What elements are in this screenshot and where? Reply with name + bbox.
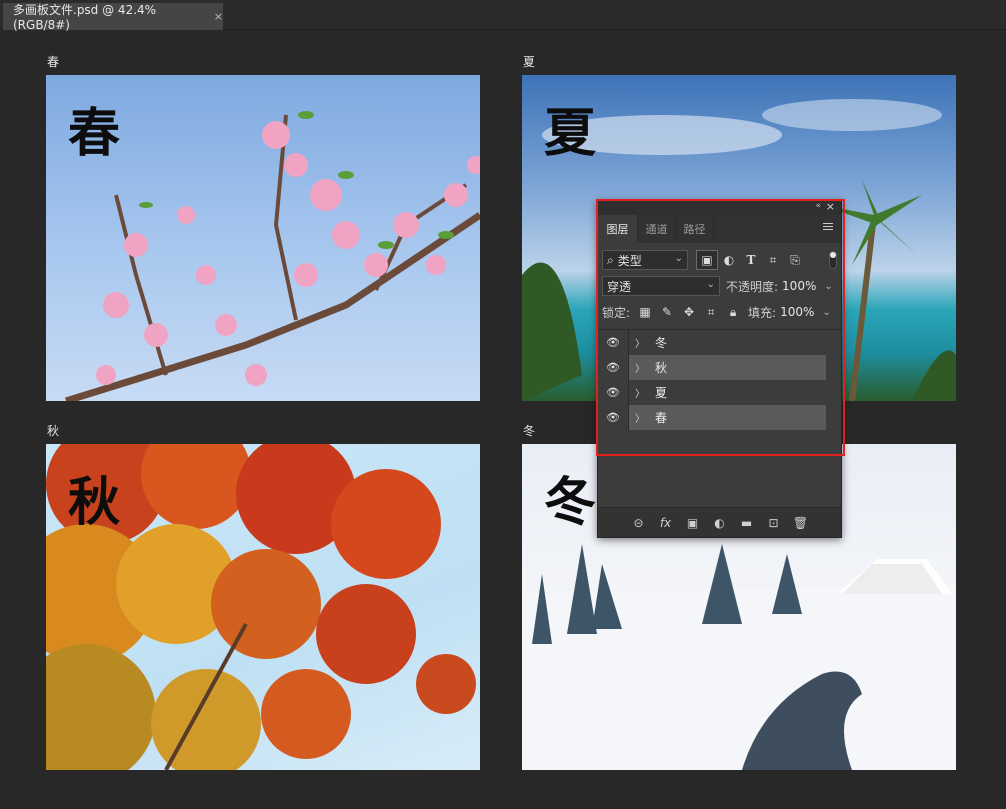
artboard-season-text: 秋 [68,472,121,533]
filter-adjustment-icon[interactable]: ◐ [718,250,740,270]
lock-artboard-icon[interactable]: ⌗ [700,302,722,322]
filter-type-value: 类型 [617,253,642,268]
tab-channels[interactable]: 通道 [638,215,676,243]
layer-row[interactable]: 👁︎ 〉 春 [598,405,841,430]
document-tab-title: 多画板文件.psd @ 42.4%(RGB/8#) [13,3,157,32]
layer-name: 秋 [655,361,668,375]
panel-menu-icon[interactable] [823,223,833,233]
layers-panel[interactable]: « × 图层 通道 路径 ⌕ 类型 ⌄ ▣ ◐ T ⌗ ⎘ 穿透 ⌄ 不透明度:… [597,200,842,538]
layer-row[interactable]: 👁︎ 〉 秋 [598,355,841,380]
delete-layer-icon[interactable]: 🗑 [787,516,814,530]
document-tab[interactable]: 多画板文件.psd @ 42.4%(RGB/8#) × [3,3,223,32]
filter-type-icon[interactable]: T [740,250,762,270]
opacity-value[interactable]: 100% [782,279,816,293]
new-layer-icon[interactable]: ⊡ [760,516,787,530]
layer-row[interactable]: 👁︎ 〉 夏 [598,380,841,405]
tab-paths[interactable]: 路径 [676,215,714,243]
filter-toggle[interactable] [829,251,837,269]
canvas-area[interactable]: 春 春 夏 夏 秋 秋 冬 冬 [0,31,1006,809]
artboard-season-text: 春 [68,103,121,164]
blend-mode-value: 穿透 [607,279,632,294]
artboard-label-autumn[interactable]: 秋 [47,422,59,439]
add-mask-icon[interactable]: ▣ [679,516,706,530]
chevron-down-icon[interactable]: ⌄ [822,307,830,318]
lock-image-icon[interactable]: ✎ [656,302,678,322]
link-layers-icon[interactable]: ⊝ [625,516,652,530]
document-tab-bar: 多画板文件.psd @ 42.4%(RGB/8#) × [0,0,1006,32]
chevron-down-icon: ⌄ [674,253,683,264]
tab-layers[interactable]: 图层 [598,215,638,243]
filter-shape-icon[interactable]: ⌗ [762,250,784,270]
lock-transparent-icon[interactable]: ▦ [634,302,656,322]
panel-title-bar[interactable]: « × [598,200,841,215]
filter-icons: ▣ ◐ T ⌗ ⎘ [696,250,806,270]
layer-body[interactable]: 〉 夏 [628,380,826,405]
lock-all-icon[interactable]: 🔒︎ [722,302,744,322]
expand-arrow-icon[interactable]: 〉 [635,385,645,400]
layer-list: 👁︎ 〉 冬 👁︎ 〉 秋 👁︎ 〉 夏 👁︎ 〉 春 [598,329,841,430]
expand-arrow-icon[interactable]: 〉 [635,360,645,375]
artboard-label-winter[interactable]: 冬 [523,422,535,439]
layer-row[interactable]: 👁︎ 〉 冬 [598,330,841,355]
lock-row: 锁定: ▦ ✎ ✥ ⌗ 🔒︎ 填充: 100% ⌄ [598,299,841,325]
panel-tabs: 图层 通道 路径 [598,215,841,243]
collapse-icon[interactable]: « [815,201,821,211]
new-group-icon[interactable]: ▬ [733,516,760,530]
expand-arrow-icon[interactable]: 〉 [635,335,645,350]
blend-mode-select[interactable]: 穿透 ⌄ [602,276,720,296]
layer-body[interactable]: 〉 冬 [628,330,826,355]
visibility-eye-icon[interactable]: 👁︎ [598,336,628,349]
filter-smartobject-icon[interactable]: ⎘ [784,250,806,270]
adjustment-layer-icon[interactable]: ◐ [706,516,733,530]
artboard-label-spring[interactable]: 春 [47,53,59,70]
lock-position-icon[interactable]: ✥ [678,302,700,322]
search-icon: ⌕ [607,252,614,267]
layer-name: 春 [655,411,668,425]
filter-row: ⌕ 类型 ⌄ ▣ ◐ T ⌗ ⎘ [598,247,841,273]
opacity-label: 不透明度: [726,279,779,294]
artboard-autumn[interactable]: 秋 [46,444,480,770]
visibility-eye-icon[interactable]: 👁︎ [598,361,628,374]
fill-label: 填充: [748,305,777,320]
artboard-season-text: 夏 [544,103,597,164]
lock-label: 锁定: [602,305,631,320]
visibility-eye-icon[interactable]: 👁︎ [598,411,628,424]
lock-icons: ▦ ✎ ✥ ⌗ 🔒︎ [634,302,744,322]
fx-icon[interactable]: fx [652,516,679,530]
artboard-spring[interactable]: 春 [46,75,480,401]
close-panel-icon[interactable]: × [826,200,835,213]
filter-type-select[interactable]: ⌕ 类型 ⌄ [602,250,688,270]
layer-name: 夏 [655,386,668,400]
fill-value[interactable]: 100% [780,305,814,319]
expand-arrow-icon[interactable]: 〉 [635,410,645,425]
visibility-eye-icon[interactable]: 👁︎ [598,386,628,399]
layer-name: 冬 [655,336,668,350]
blend-row: 穿透 ⌄ 不透明度: 100% ⌄ [598,273,841,299]
layer-body[interactable]: 〉 秋 [628,355,826,380]
chevron-down-icon: ⌄ [706,279,715,290]
filter-pixel-icon[interactable]: ▣ [696,250,718,270]
layer-body[interactable]: 〉 春 [628,405,826,430]
chevron-down-icon[interactable]: ⌄ [824,281,832,292]
close-tab-icon[interactable]: × [214,10,223,23]
panel-bottom-toolbar: ⊝ fx ▣ ◐ ▬ ⊡ 🗑 [598,507,841,537]
artboard-season-text: 冬 [544,472,597,533]
artboard-label-summer[interactable]: 夏 [523,53,535,70]
